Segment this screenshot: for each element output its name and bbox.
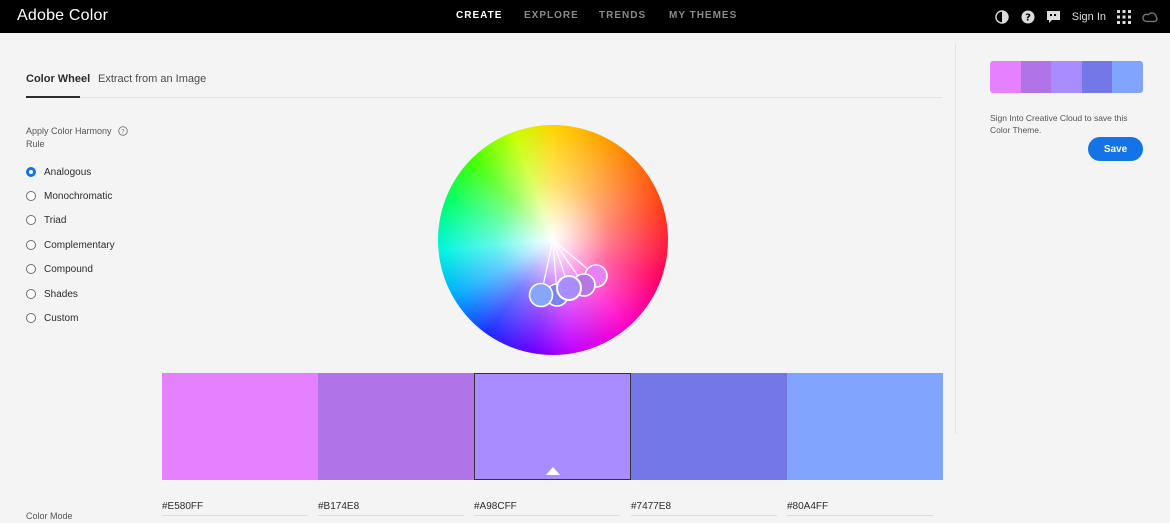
apps-grid-icon[interactable] <box>1116 9 1132 25</box>
hex-value-4[interactable]: #7477E8 <box>631 501 671 512</box>
top-bar: Adobe Color CREATE EXPLORE TRENDS MY THE… <box>0 0 1170 33</box>
hex-value-2[interactable]: #B174E8 <box>318 501 359 512</box>
nav-create[interactable]: CREATE <box>456 10 502 21</box>
swatch-4[interactable] <box>631 373 787 480</box>
mode-tabs: Color Wheel Extract from an Image <box>26 73 942 98</box>
help-icon[interactable]: ? <box>1020 9 1036 25</box>
rule-label: Compound <box>44 263 93 275</box>
rule-triad[interactable]: Triad <box>26 213 66 227</box>
creative-cloud-icon[interactable] <box>1142 9 1158 25</box>
hex-underline <box>474 515 620 516</box>
top-bar-actions: ? Sign In <box>994 7 1158 27</box>
nav-explore[interactable]: EXPLORE <box>524 10 579 21</box>
chat-icon[interactable] <box>1046 9 1062 25</box>
sign-in-link[interactable]: Sign In <box>1072 11 1106 23</box>
preview-swatch <box>1112 61 1143 93</box>
save-message: Sign Into Creative Cloud to save this Co… <box>990 113 1128 135</box>
rule-label: Analogous <box>44 166 92 178</box>
radio[interactable] <box>26 240 36 250</box>
nav-my-themes[interactable]: MY THEMES <box>669 10 737 21</box>
info-icon[interactable]: ? <box>118 126 128 136</box>
preview-swatch <box>1081 61 1113 93</box>
selected-swatch-caret <box>546 467 560 475</box>
preview-swatch <box>1020 61 1052 93</box>
rule-label: Monochromatic <box>44 190 113 202</box>
rule-complementary[interactable]: Complementary <box>26 238 115 252</box>
active-tab-indicator <box>26 96 80 98</box>
preview-swatch <box>1051 61 1082 93</box>
theme-preview <box>990 61 1143 93</box>
rule-label: Shades <box>44 288 78 300</box>
swatch-1[interactable] <box>162 373 318 480</box>
radio[interactable] <box>26 215 36 225</box>
rule-monochromatic[interactable]: Monochromatic <box>26 189 112 203</box>
rule-compound[interactable]: Compound <box>26 262 93 276</box>
tab-extract-from-image[interactable]: Extract from an Image <box>98 73 206 85</box>
rule-label: Triad <box>44 214 67 226</box>
swatch-2[interactable] <box>318 373 474 480</box>
radio[interactable] <box>26 313 36 323</box>
rule-label: Complementary <box>44 239 115 251</box>
radio[interactable] <box>26 289 36 299</box>
rule-custom[interactable]: Custom <box>26 311 78 325</box>
hex-underline <box>787 515 933 516</box>
color-mode-label: Color Mode <box>26 511 73 521</box>
swatch-5[interactable] <box>787 373 943 480</box>
rule-label: Custom <box>44 312 79 324</box>
radio[interactable] <box>26 264 36 274</box>
color-wheel-handles[interactable] <box>438 125 668 355</box>
swatch-3-selected[interactable] <box>474 373 631 480</box>
hex-value-3[interactable]: #A98CFF <box>474 501 517 512</box>
hex-underline <box>162 515 308 516</box>
hex-value-1[interactable]: #E580FF <box>162 501 203 512</box>
tab-color-wheel[interactable]: Color Wheel <box>26 73 90 85</box>
panel-divider <box>955 44 956 434</box>
harmony-rule-label: Apply Color Harmony Rule <box>26 126 112 149</box>
svg-text:?: ? <box>1025 13 1031 24</box>
save-button[interactable]: Save <box>1088 137 1143 161</box>
nav-trends[interactable]: TRENDS <box>599 10 646 21</box>
wheel-handle[interactable] <box>528 282 554 308</box>
hex-value-5[interactable]: #80A4FF <box>787 501 828 512</box>
wheel-handle-selected[interactable] <box>556 275 582 301</box>
hex-underline <box>631 515 777 516</box>
rule-shades[interactable]: Shades <box>26 287 78 301</box>
rule-analogous[interactable]: Analogous <box>26 165 91 179</box>
radio[interactable] <box>26 191 36 201</box>
preview-swatch <box>990 61 1021 93</box>
hex-underline <box>318 515 464 516</box>
contrast-icon[interactable] <box>994 9 1010 25</box>
svg-text:?: ? <box>121 127 124 135</box>
radio-checked[interactable] <box>26 167 36 177</box>
